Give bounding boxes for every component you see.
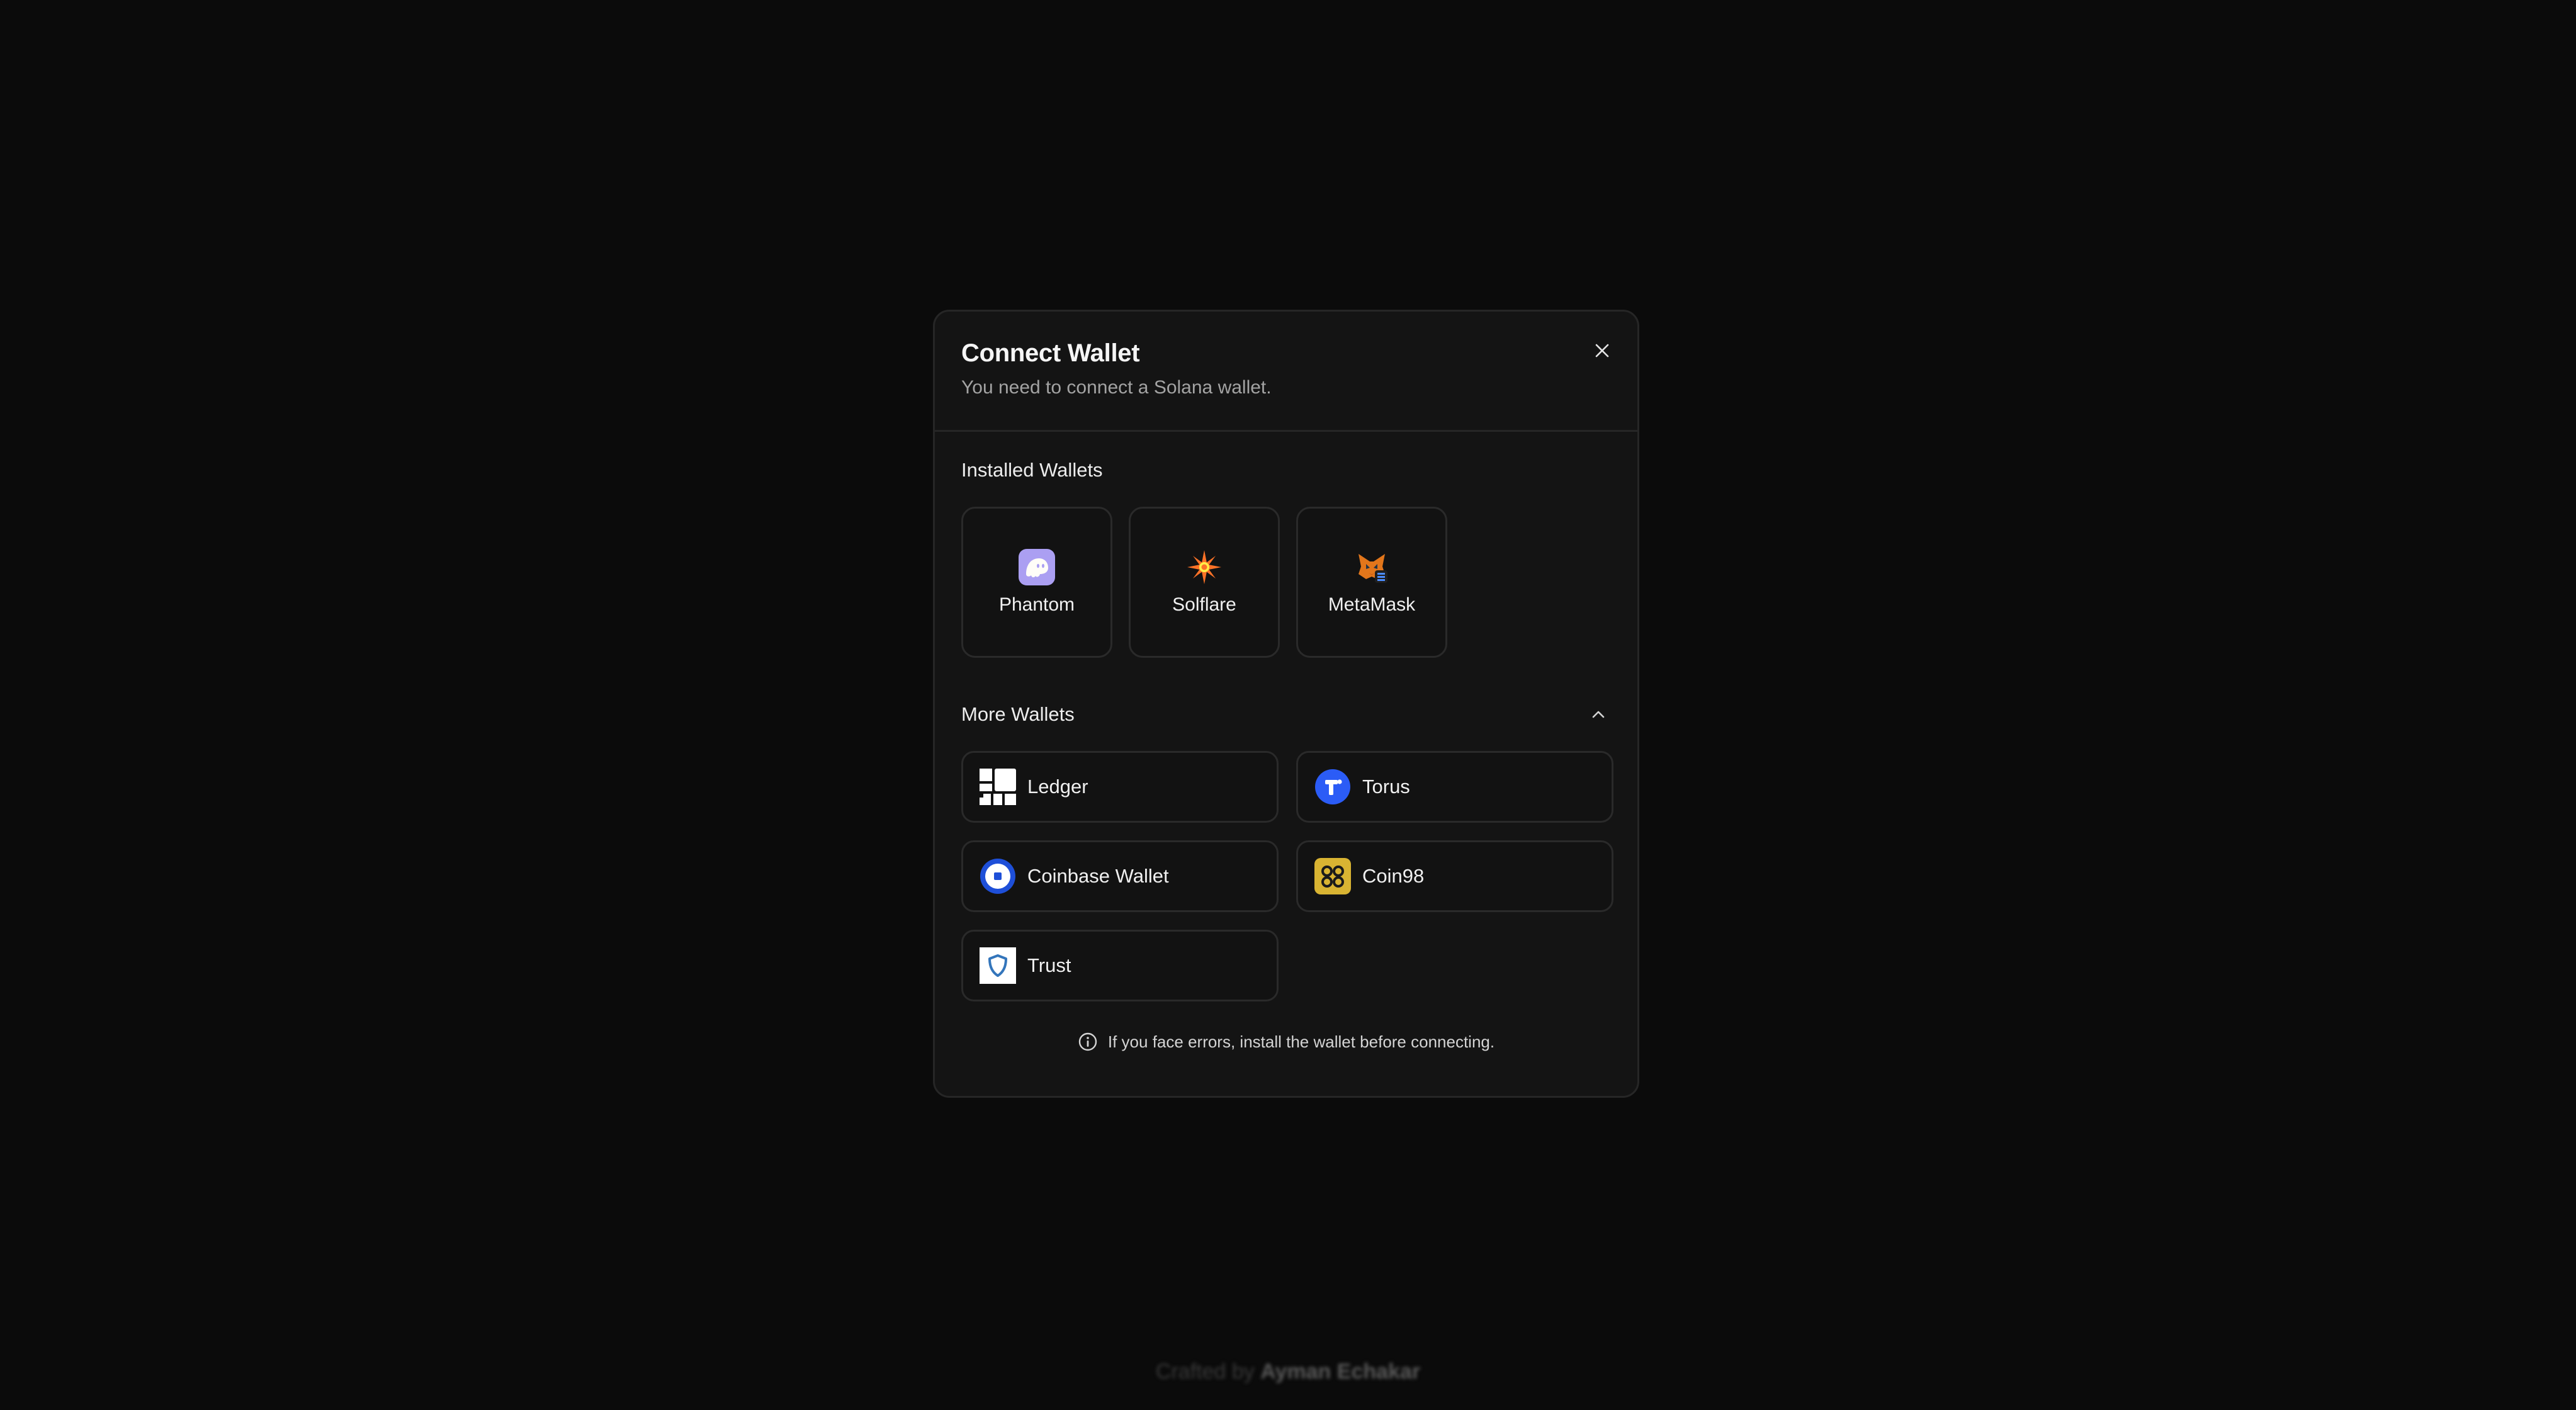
wallet-option-coin98[interactable]: Coin98	[1296, 840, 1613, 912]
wallet-option-label: Coin98	[1362, 865, 1425, 887]
credits-prefix: Crafted by	[1155, 1360, 1255, 1384]
close-icon	[1595, 344, 1609, 358]
modal-subtitle: You need to connect a Solana wallet.	[961, 377, 1272, 398]
installed-wallets-list: Phantom Solflare MetaMask	[961, 507, 1447, 658]
more-wallets-toggle[interactable]	[1586, 702, 1611, 727]
wallet-tile-metamask[interactable]: MetaMask	[1296, 507, 1447, 658]
coinbase-icon	[980, 858, 1016, 894]
torus-icon	[1314, 769, 1351, 805]
modal-title: Connect Wallet	[961, 339, 1140, 367]
more-wallets-heading: More Wallets	[961, 703, 1075, 725]
installed-wallets-heading: Installed Wallets	[961, 459, 1103, 481]
wallet-option-label: Torus	[1362, 776, 1410, 798]
wallet-option-label: Trust	[1027, 954, 1071, 976]
page: Connect Wallet You need to connect a Sol…	[0, 0, 2576, 1410]
credits: Crafted by Ayman Echakar	[0, 1360, 2576, 1384]
wallet-tile-label: Solflare	[1172, 594, 1236, 615]
modal-header: Connect Wallet You need to connect a Sol…	[935, 312, 1637, 432]
wallet-option-label: Coinbase Wallet	[1027, 865, 1169, 887]
wallet-option-coinbase[interactable]: Coinbase Wallet	[961, 840, 1279, 912]
phantom-icon	[1019, 549, 1055, 585]
trust-icon	[980, 947, 1016, 984]
info-icon	[1078, 1032, 1097, 1051]
chevron-up-icon	[1592, 711, 1605, 718]
wallet-option-torus[interactable]: Torus	[1296, 751, 1613, 823]
connect-wallet-modal: Connect Wallet You need to connect a Sol…	[933, 310, 1639, 1098]
install-hint: If you face errors, install the wallet b…	[935, 1032, 1637, 1052]
wallet-tile-label: Phantom	[998, 594, 1075, 615]
metamask-icon	[1353, 549, 1390, 585]
wallet-option-trust[interactable]: Trust	[961, 930, 1279, 1001]
install-hint-text: If you face errors, install the wallet b…	[1107, 1032, 1495, 1051]
credits-author-link[interactable]: Ayman Echakar	[1260, 1360, 1420, 1384]
close-button[interactable]	[1588, 337, 1616, 364]
wallet-tile-solflare[interactable]: Solflare	[1129, 507, 1280, 658]
solflare-icon	[1186, 549, 1223, 585]
wallet-option-label: Ledger	[1027, 776, 1088, 798]
coin98-icon	[1314, 858, 1351, 894]
wallet-tile-label: MetaMask	[1328, 594, 1416, 615]
wallet-tile-phantom[interactable]: Phantom	[961, 507, 1112, 658]
ledger-icon	[980, 769, 1016, 805]
wallet-option-ledger[interactable]: Ledger	[961, 751, 1279, 823]
more-wallets-list: Ledger Torus Coinbase Wallet Coin98 Trus…	[961, 751, 1613, 1001]
